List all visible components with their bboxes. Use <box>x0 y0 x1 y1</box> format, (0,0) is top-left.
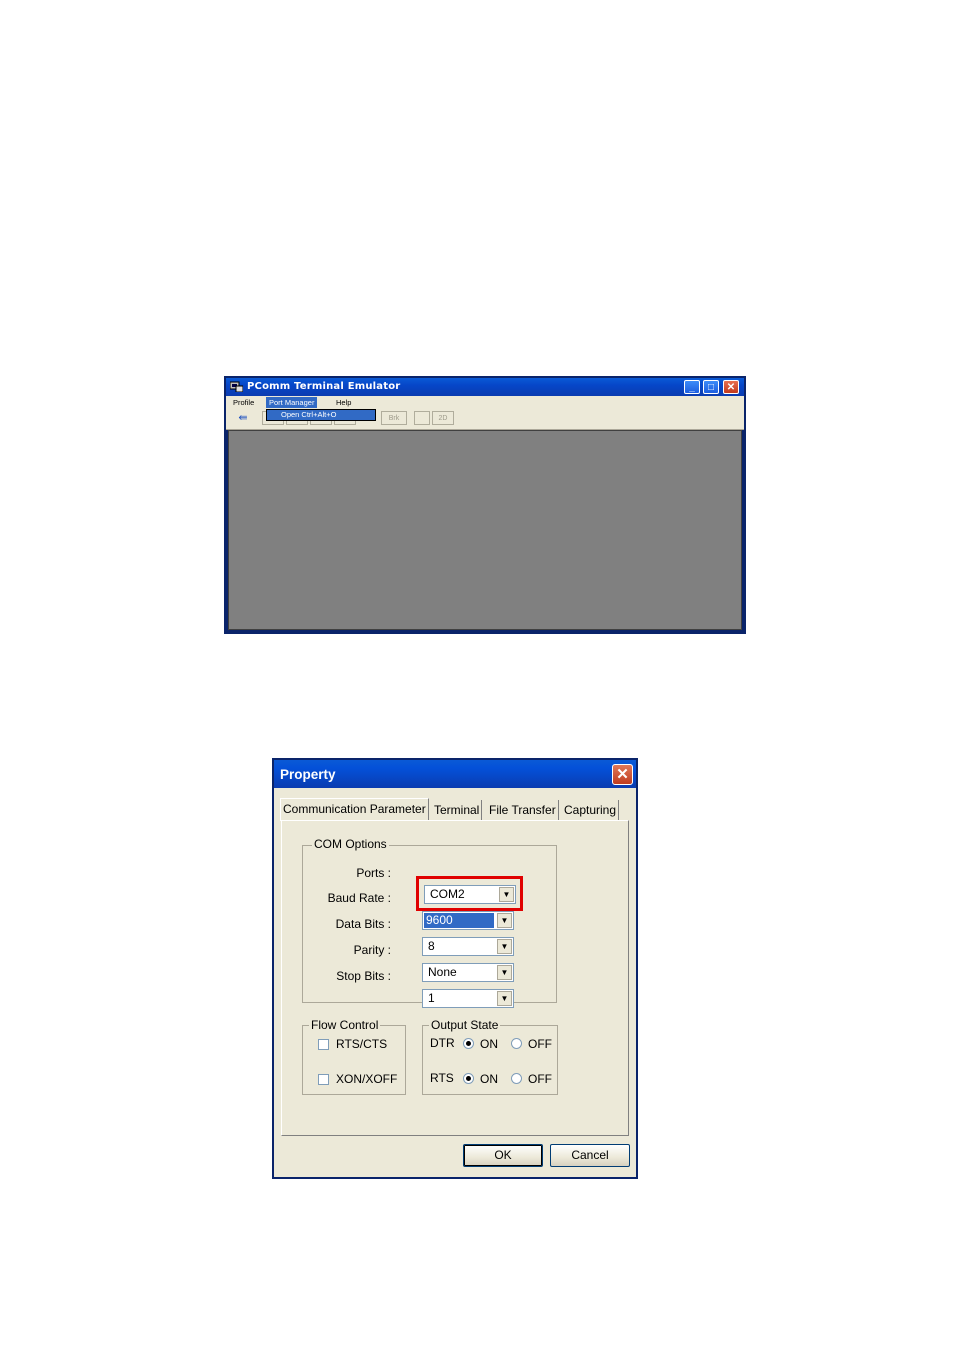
port-manager-dropdown: Open Ctrl+Alt+O <box>266 409 376 421</box>
button-2d[interactable]: 2D <box>432 411 454 425</box>
dialog-title: Property <box>280 767 336 782</box>
com-options-label: COM Options <box>312 837 389 851</box>
rts-off-radio[interactable] <box>511 1073 522 1084</box>
dialog-body: Communication Parameter Terminal File Tr… <box>274 788 636 1177</box>
rts-off-label: OFF <box>528 1072 552 1086</box>
open-port-tool-icon[interactable]: ⇚ <box>232 411 254 425</box>
parity-value: None <box>428 965 457 979</box>
pcomm-menubar: Profile Port Manager Help <box>226 396 744 409</box>
ok-button[interactable]: OK <box>463 1144 543 1167</box>
pcomm-title: PComm Terminal Emulator <box>247 381 401 392</box>
stop-bits-value: 1 <box>428 991 435 1005</box>
parity-label: Parity : <box>353 943 391 957</box>
tab-capturing[interactable]: Capturing <box>562 800 620 820</box>
property-dialog: Property ✕ Communication Parameter Termi… <box>272 758 638 1179</box>
tab-file-transfer[interactable]: File Transfer <box>487 800 559 820</box>
ports-select[interactable]: COM2 ▼ <box>424 885 516 904</box>
dropdown-arrow-icon[interactable]: ▼ <box>497 965 512 980</box>
xon-xoff-label: XON/XOFF <box>336 1072 398 1086</box>
dtr-off-radio[interactable] <box>511 1038 522 1049</box>
baud-rate-value: 9600 <box>424 913 494 928</box>
dtr-on-label: ON <box>480 1037 498 1051</box>
rts-cts-checkbox[interactable] <box>318 1039 329 1050</box>
xon-xoff-checkbox[interactable] <box>318 1074 329 1085</box>
ports-value: COM2 <box>430 887 465 901</box>
dtr-on-radio[interactable] <box>463 1038 474 1049</box>
data-bits-select[interactable]: 8 ▼ <box>422 937 514 956</box>
close-icon[interactable]: ✕ <box>612 764 633 785</box>
property-titlebar[interactable]: Property <box>274 760 636 788</box>
menu-port-manager[interactable]: Port Manager <box>266 397 318 408</box>
pcomm-titlebar[interactable]: PComm Terminal Emulator _ □ ✕ <box>226 378 744 396</box>
pcomm-app-icon <box>230 381 243 392</box>
dropdown-arrow-icon[interactable]: ▼ <box>497 913 512 928</box>
pcomm-window: PComm Terminal Emulator _ □ ✕ Profile Po… <box>224 376 746 634</box>
minimize-icon[interactable]: _ <box>684 380 700 394</box>
menu-help[interactable]: Help <box>333 397 354 408</box>
parity-select[interactable]: None ▼ <box>422 963 514 982</box>
toolbar-button[interactable] <box>414 411 430 425</box>
menu-profile[interactable]: Profile <box>230 397 257 408</box>
cancel-button[interactable]: Cancel <box>550 1144 630 1167</box>
flow-control-label: Flow Control <box>309 1018 381 1032</box>
tab-communication-parameter[interactable]: Communication Parameter <box>280 798 429 821</box>
data-bits-label: Data Bits : <box>335 917 391 931</box>
output-state-label: Output State <box>429 1018 501 1032</box>
rts-on-label: ON <box>480 1072 498 1086</box>
stop-bits-select[interactable]: 1 ▼ <box>422 989 514 1008</box>
baud-rate-select[interactable]: 9600 ▼ <box>422 911 514 930</box>
dtr-label: DTR <box>430 1036 455 1050</box>
rts-cts-label: RTS/CTS <box>336 1037 388 1051</box>
maximize-icon[interactable]: □ <box>703 380 719 394</box>
brk-button[interactable]: Brk <box>381 411 407 425</box>
rts-label: RTS <box>430 1071 454 1085</box>
terminal-client-area[interactable] <box>228 430 742 630</box>
dropdown-arrow-icon[interactable]: ▼ <box>499 887 514 902</box>
menu-open-item[interactable]: Open Ctrl+Alt+O <box>281 410 336 419</box>
dtr-off-label: OFF <box>528 1037 552 1051</box>
rts-on-radio[interactable] <box>463 1073 474 1084</box>
tab-terminal[interactable]: Terminal <box>432 800 483 820</box>
ports-label: Ports : <box>356 866 391 880</box>
close-icon[interactable]: ✕ <box>723 380 739 394</box>
baud-rate-label: Baud Rate : <box>327 891 391 905</box>
dropdown-arrow-icon[interactable]: ▼ <box>497 991 512 1006</box>
dropdown-arrow-icon[interactable]: ▼ <box>497 939 512 954</box>
stop-bits-label: Stop Bits : <box>336 969 391 983</box>
data-bits-value: 8 <box>428 939 435 953</box>
tab-page: COM Options Ports : COM2 ▼ Baud Rate : 9… <box>281 820 629 1136</box>
